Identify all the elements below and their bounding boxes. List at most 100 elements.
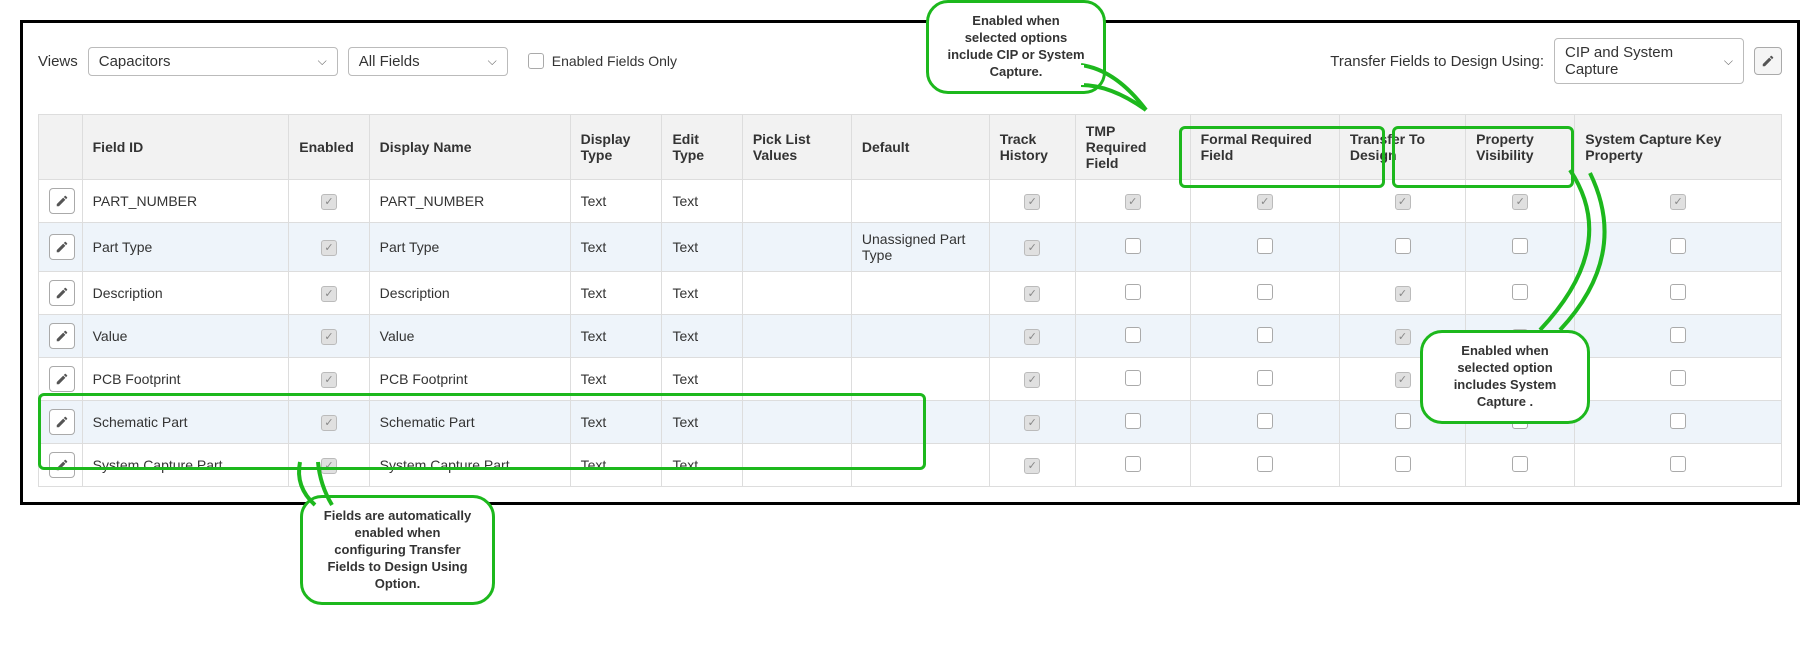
cell-edit-type: Text <box>662 444 742 487</box>
checkbox[interactable] <box>1125 456 1141 472</box>
cell-field-id: PCB Footprint <box>82 358 289 401</box>
enabled-only-checkbox-wrap: Enabled Fields Only <box>528 53 677 69</box>
checkbox[interactable] <box>1257 370 1273 386</box>
checkbox[interactable] <box>1670 194 1686 210</box>
callout-right: Enabled when selected option includes Sy… <box>1420 330 1590 424</box>
cell-display-name: PCB Footprint <box>369 358 570 401</box>
cell-display-type: Text <box>570 223 662 272</box>
views-label: Views <box>38 53 78 70</box>
edit-row-button[interactable] <box>49 452 75 478</box>
col-formal-required[interactable]: Formal Required Field <box>1190 115 1339 180</box>
col-display-name[interactable]: Display Name <box>369 115 570 180</box>
checkbox[interactable] <box>1257 284 1273 300</box>
checkbox[interactable] <box>1257 413 1273 429</box>
enabled-only-checkbox[interactable] <box>528 53 544 69</box>
edit-row-button[interactable] <box>49 234 75 260</box>
col-display-type[interactable]: Display Type <box>570 115 662 180</box>
col-track-history[interactable]: Track History <box>989 115 1075 180</box>
col-transfer-to-design[interactable]: Transfer To Design <box>1339 115 1465 180</box>
col-pick-list[interactable]: Pick List Values <box>742 115 851 180</box>
chevron-down-icon: ⌵ <box>318 54 327 69</box>
checkbox[interactable] <box>1125 284 1141 300</box>
edit-transfer-button[interactable] <box>1754 47 1782 75</box>
checkbox[interactable] <box>1125 327 1141 343</box>
cell-pick-list <box>742 315 851 358</box>
checkbox[interactable] <box>1125 370 1141 386</box>
col-default[interactable]: Default <box>851 115 989 180</box>
edit-row-button[interactable] <box>49 409 75 435</box>
checkbox[interactable] <box>1125 194 1141 210</box>
cell-pick-list <box>742 401 851 444</box>
cell-pick-list <box>742 223 851 272</box>
checkbox[interactable] <box>1125 413 1141 429</box>
checkbox[interactable] <box>321 329 337 345</box>
edit-row-button[interactable] <box>49 366 75 392</box>
checkbox[interactable] <box>321 372 337 388</box>
cell-default <box>851 315 989 358</box>
checkbox[interactable] <box>1024 286 1040 302</box>
col-field-id[interactable]: Field ID <box>82 115 289 180</box>
edit-row-button[interactable] <box>49 188 75 214</box>
checkbox[interactable] <box>1024 240 1040 256</box>
checkbox[interactable] <box>1125 238 1141 254</box>
checkbox[interactable] <box>1395 329 1411 345</box>
transfer-fields-select[interactable]: CIP and System Capture ⌵ <box>1554 38 1744 84</box>
checkbox[interactable] <box>1670 456 1686 472</box>
cell-edit-type: Text <box>662 315 742 358</box>
checkbox[interactable] <box>1024 372 1040 388</box>
checkbox[interactable] <box>1395 456 1411 472</box>
checkbox[interactable] <box>1670 284 1686 300</box>
checkbox[interactable] <box>321 415 337 431</box>
checkbox[interactable] <box>1257 194 1273 210</box>
fields-filter-select[interactable]: All Fields ⌵ <box>348 47 508 76</box>
checkbox[interactable] <box>1395 238 1411 254</box>
col-enabled[interactable]: Enabled <box>289 115 369 180</box>
checkbox[interactable] <box>321 240 337 256</box>
checkbox[interactable] <box>1670 327 1686 343</box>
callout-bottom: Fields are automatically enabled when co… <box>300 495 495 605</box>
checkbox[interactable] <box>1257 238 1273 254</box>
cell-field-id: PART_NUMBER <box>82 180 289 223</box>
checkbox[interactable] <box>1395 194 1411 210</box>
cell-field-id: System Capture Part <box>82 444 289 487</box>
checkbox[interactable] <box>1670 238 1686 254</box>
checkbox[interactable] <box>1024 329 1040 345</box>
callout-top: Enabled when selected options include CI… <box>926 0 1106 94</box>
checkbox[interactable] <box>1670 413 1686 429</box>
cell-pick-list <box>742 180 851 223</box>
cell-edit-type: Text <box>662 223 742 272</box>
cell-field-id: Part Type <box>82 223 289 272</box>
checkbox[interactable] <box>1670 370 1686 386</box>
edit-row-button[interactable] <box>49 280 75 306</box>
enabled-only-label: Enabled Fields Only <box>552 53 677 69</box>
pencil-icon <box>1761 54 1775 68</box>
cell-default <box>851 358 989 401</box>
views-select[interactable]: Capacitors ⌵ <box>88 47 338 76</box>
checkbox[interactable] <box>1024 415 1040 431</box>
checkbox[interactable] <box>1257 327 1273 343</box>
col-tmp-required[interactable]: TMP Required Field <box>1075 115 1190 180</box>
cell-display-type: Text <box>570 315 662 358</box>
callout-right-text: Enabled when selected option includes Sy… <box>1420 330 1590 424</box>
cell-display-type: Text <box>570 358 662 401</box>
cell-display-name: Schematic Part <box>369 401 570 444</box>
cell-field-id: Value <box>82 315 289 358</box>
checkbox[interactable] <box>1395 286 1411 302</box>
checkbox[interactable] <box>1395 372 1411 388</box>
checkbox[interactable] <box>1024 194 1040 210</box>
views-select-value: Capacitors <box>99 53 171 70</box>
checkbox[interactable] <box>321 286 337 302</box>
checkbox[interactable] <box>321 194 337 210</box>
cell-default <box>851 401 989 444</box>
cell-field-id: Description <box>82 272 289 315</box>
checkbox[interactable] <box>1024 458 1040 474</box>
checkbox[interactable] <box>1512 456 1528 472</box>
col-edit-type[interactable]: Edit Type <box>662 115 742 180</box>
cell-edit-type: Text <box>662 272 742 315</box>
chevron-down-icon: ⌵ <box>1724 54 1733 69</box>
checkbox[interactable] <box>1395 413 1411 429</box>
cell-display-name: System Capture Part <box>369 444 570 487</box>
cell-display-type: Text <box>570 401 662 444</box>
checkbox[interactable] <box>1257 456 1273 472</box>
edit-row-button[interactable] <box>49 323 75 349</box>
